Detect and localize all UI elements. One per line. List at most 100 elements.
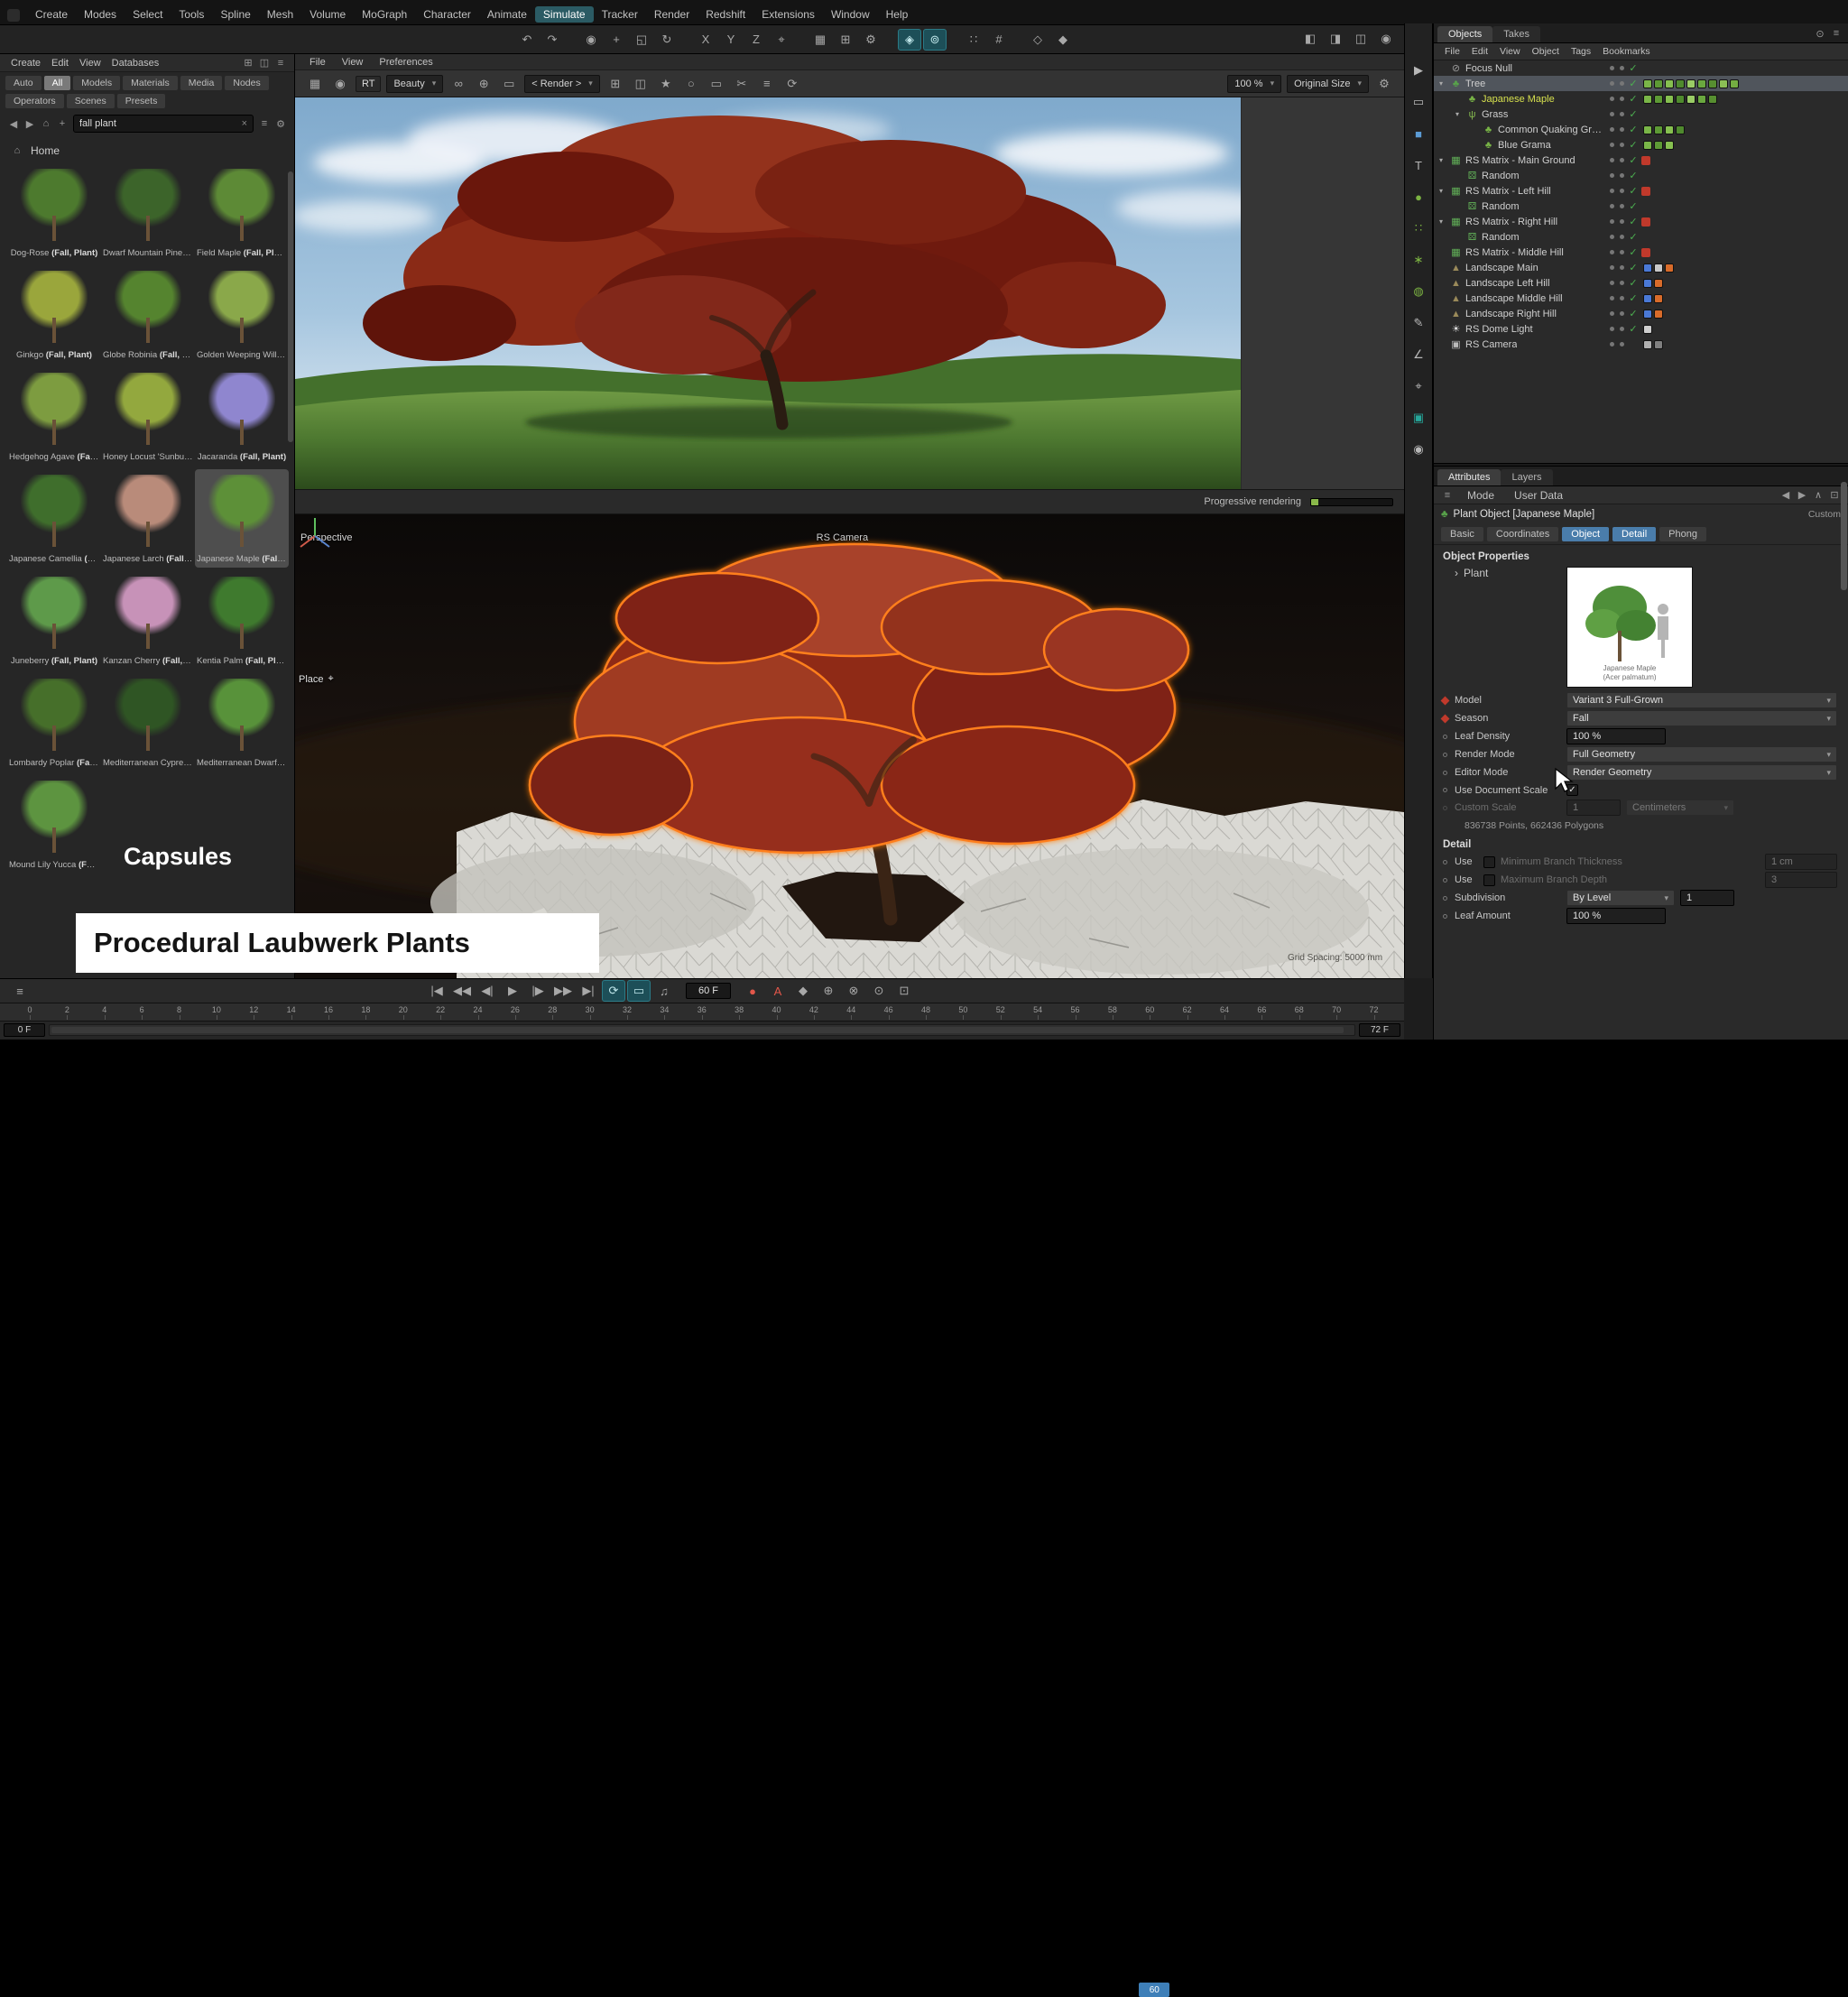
plant-asset[interactable]: Field Maple (Fall, Plant) xyxy=(195,163,289,262)
star-icon[interactable]: ★ xyxy=(654,73,678,95)
grid-view-icon[interactable]: ⊞ xyxy=(240,56,256,70)
add-folder-icon[interactable]: + xyxy=(54,116,70,131)
editor-visibility-dot[interactable] xyxy=(1610,342,1614,347)
menu-item[interactable]: MoGraph xyxy=(354,6,415,23)
home-icon[interactable]: ⌂ xyxy=(38,116,54,131)
ab-compare-icon[interactable]: ◫ xyxy=(629,73,652,95)
search-field[interactable]: × xyxy=(73,115,254,133)
plant-asset[interactable]: Golden Weeping Willow (Fall, Plant) xyxy=(195,265,289,364)
record-button[interactable]: ● xyxy=(741,980,764,1002)
object-row[interactable]: Landscape Left Hill xyxy=(1434,275,1848,291)
enabled-check-icon[interactable] xyxy=(1627,292,1640,304)
object-manager-tab[interactable]: Takes xyxy=(1492,26,1540,42)
render-visibility-dot[interactable] xyxy=(1620,265,1624,270)
object-row[interactable]: RS Matrix - Right Hill xyxy=(1434,214,1848,229)
timeline-options-icon[interactable]: ≡ xyxy=(8,980,32,1002)
enabled-check-icon[interactable] xyxy=(1627,170,1640,181)
render-visibility-dot[interactable] xyxy=(1620,189,1624,193)
simulation-settings-icon[interactable]: ◈ xyxy=(898,29,921,51)
editor-visibility-dot[interactable] xyxy=(1610,66,1614,70)
plant-asset[interactable]: Japanese Maple (Fall, Plant) xyxy=(195,469,289,568)
object-row[interactable]: Grass xyxy=(1434,106,1848,122)
plant-asset[interactable]: Juneberry (Fall, Plant) xyxy=(7,571,101,670)
object-row[interactable]: Landscape Main xyxy=(1434,260,1848,275)
record-position-icon[interactable]: ⊕ xyxy=(817,980,840,1002)
history-forward-icon[interactable]: ▶ xyxy=(1794,488,1810,503)
material-tag-chips[interactable] xyxy=(1643,263,1674,273)
object-manager-menu-item[interactable]: Tags xyxy=(1566,45,1596,58)
enabled-check-icon[interactable] xyxy=(1627,231,1640,243)
object-row[interactable]: RS Camera xyxy=(1434,337,1848,352)
object-label[interactable]: Focus Null xyxy=(1465,63,1512,74)
filter-tab[interactable]: Presets xyxy=(117,94,166,108)
menu-item[interactable]: Tools xyxy=(171,6,212,23)
enabled-check-icon[interactable] xyxy=(1627,124,1640,135)
enabled-check-icon[interactable] xyxy=(1627,323,1640,335)
object-label[interactable]: RS Matrix - Middle Hill xyxy=(1465,247,1564,258)
keyframe-dot[interactable] xyxy=(1441,733,1449,741)
object-row[interactable]: Landscape Right Hill xyxy=(1434,306,1848,321)
keyframe-dot[interactable] xyxy=(1441,858,1449,866)
object-label[interactable]: RS Matrix - Right Hill xyxy=(1465,217,1557,227)
material-tag-chips[interactable] xyxy=(1643,125,1685,134)
object-manager-menu-item[interactable]: File xyxy=(1439,45,1465,58)
history-icon[interactable]: ⟳ xyxy=(781,73,804,95)
keyframe-dot[interactable] xyxy=(1441,769,1449,777)
object-row[interactable]: Focus Null xyxy=(1434,60,1848,76)
range-end-field[interactable]: 72 F xyxy=(1359,1023,1400,1037)
editor-mode-dropdown[interactable]: Render Geometry▾ xyxy=(1566,764,1837,781)
menu-item[interactable]: Redshift xyxy=(698,6,753,23)
split-view-icon[interactable]: ◫ xyxy=(256,56,273,70)
model-dropdown[interactable]: Variant 3 Full-Grown▾ xyxy=(1566,692,1837,708)
object-label[interactable]: RS Camera xyxy=(1465,339,1517,350)
keyframe-dot[interactable] xyxy=(1441,697,1449,705)
object-label[interactable]: Random xyxy=(1482,171,1520,181)
render-visibility-dot[interactable] xyxy=(1620,127,1624,132)
y-axis-lock-icon[interactable]: Y xyxy=(719,29,743,51)
enabled-check-icon[interactable] xyxy=(1627,246,1640,258)
plant-asset[interactable]: Japanese Larch (Fall, Plant) xyxy=(101,469,195,568)
use-max-depth-checkbox[interactable] xyxy=(1483,874,1495,886)
timeline-ruler[interactable]: 0246810121416182022242628303234363840424… xyxy=(0,1003,1404,1022)
next-key-button[interactable]: ▶▶ xyxy=(551,980,575,1002)
editor-visibility-dot[interactable] xyxy=(1610,204,1614,208)
render-view-icon[interactable]: ▦ xyxy=(808,29,832,51)
view-options-icon[interactable]: ≡ xyxy=(256,116,273,131)
keyframe-dot[interactable] xyxy=(1441,912,1449,920)
plant-asset[interactable]: Kanzan Cherry (Fall, Plant) xyxy=(101,571,195,670)
object-row[interactable]: Japanese Maple xyxy=(1434,91,1848,106)
enabled-check-icon[interactable] xyxy=(1627,108,1640,120)
expand-arrow-icon[interactable] xyxy=(1439,187,1449,195)
previous-key-button[interactable]: ◀◀ xyxy=(450,980,474,1002)
menu-item[interactable]: Spline xyxy=(212,6,258,23)
object-label[interactable]: Random xyxy=(1482,201,1520,212)
object-manager-menu-item[interactable]: Bookmarks xyxy=(1597,45,1656,58)
attribute-tab-button[interactable]: Phong xyxy=(1659,527,1706,541)
enabled-check-icon[interactable] xyxy=(1627,308,1640,319)
plant-asset[interactable]: Honey Locust 'Sunburst' (Fall, Plant) xyxy=(101,367,195,466)
material-tag-chips[interactable] xyxy=(1643,340,1663,349)
editor-visibility-dot[interactable] xyxy=(1610,143,1614,147)
redshift-object-tag-icon[interactable] xyxy=(1641,156,1650,165)
object-label[interactable]: Grass xyxy=(1482,109,1508,120)
render-view-canvas[interactable] xyxy=(295,97,1404,489)
subdivision-level-field[interactable]: 1 xyxy=(1680,890,1734,906)
object-label[interactable]: Random xyxy=(1482,232,1520,243)
enabled-check-icon[interactable] xyxy=(1627,262,1640,273)
object-label[interactable]: Japanese Maple xyxy=(1482,94,1555,105)
attributes-scrollbar[interactable] xyxy=(1841,482,1847,590)
redo-icon[interactable]: ↷ xyxy=(541,29,564,51)
list-view-icon[interactable]: ≡ xyxy=(273,56,289,70)
current-frame-field[interactable]: 60 F xyxy=(686,983,731,999)
render-pass-dropdown[interactable]: Beauty▾ xyxy=(386,75,443,93)
leaf-amount-field[interactable]: 100 % xyxy=(1566,908,1666,924)
object-manager-menu-item[interactable]: View xyxy=(1494,45,1526,58)
editor-visibility-dot[interactable] xyxy=(1610,311,1614,316)
menu-item[interactable]: Create xyxy=(27,6,76,23)
plant-expander-icon[interactable]: › xyxy=(1455,567,1458,579)
object-row[interactable]: Random xyxy=(1434,229,1848,245)
enabled-check-icon[interactable] xyxy=(1627,277,1640,289)
subdivision-dropdown[interactable]: By Level▾ xyxy=(1566,890,1675,906)
plant-asset[interactable]: Lombardy Poplar (Fall, Plant) xyxy=(7,673,101,772)
object-label[interactable]: Blue Grama xyxy=(1498,140,1551,151)
